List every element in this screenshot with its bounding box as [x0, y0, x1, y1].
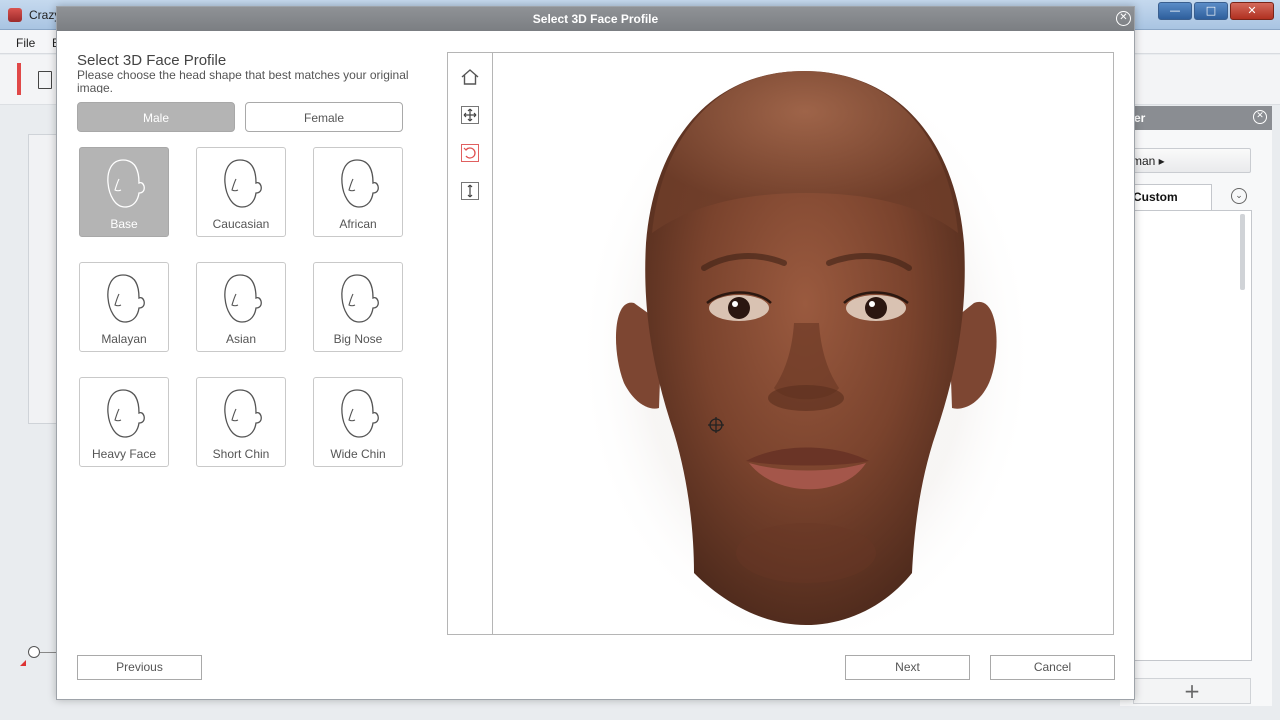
profile-tile-label: Wide Chin [330, 447, 386, 461]
head-profile-icon [222, 272, 264, 326]
profile-tile-big-nose[interactable]: Big Nose [313, 262, 403, 352]
cancel-button[interactable]: Cancel [990, 655, 1115, 680]
profile-tile-short-chin[interactable]: Short Chin [196, 377, 286, 467]
toolbar-accent-bar [17, 63, 21, 95]
profile-tile-label: Short Chin [212, 447, 270, 461]
profile-tile-caucasian[interactable]: Caucasian [196, 147, 286, 237]
slider-knob[interactable] [28, 646, 40, 658]
right-panel-list[interactable] [1128, 210, 1252, 661]
rotate-icon[interactable] [460, 143, 480, 163]
face-preview-viewport [447, 52, 1114, 635]
marker-icon [20, 660, 26, 666]
instruction-text: Please choose the head shape that best m… [77, 69, 409, 93]
select-face-profile-dialog: Select 3D Face Profile ✕ Select 3D Face … [56, 6, 1135, 700]
viewport-toolbar [448, 53, 493, 634]
left-tool-panel [28, 134, 58, 424]
profile-tile-label: African [339, 217, 377, 231]
head-profile-icon [339, 387, 381, 441]
face-3d-model[interactable] [494, 53, 1113, 634]
head-profile-icon [222, 157, 264, 211]
zoom-icon[interactable] [460, 181, 480, 201]
profile-tile-base[interactable]: Base [79, 147, 169, 237]
profile-tile-label: Base [110, 217, 138, 231]
right-panel-title: er [1134, 111, 1146, 125]
female-toggle-button[interactable]: Female [245, 102, 403, 132]
head-profile-icon [339, 157, 381, 211]
profile-tile-asian[interactable]: Asian [196, 262, 286, 352]
window-controls: — □ ✕ [1158, 2, 1274, 20]
dialog-title: Select 3D Face Profile [532, 12, 659, 26]
head-profile-icon [222, 387, 264, 441]
home-icon[interactable] [460, 67, 480, 87]
head-profile-icon [105, 272, 147, 326]
window-close-button[interactable]: ✕ [1230, 2, 1274, 20]
profile-tile-label: Malayan [101, 332, 147, 346]
profile-tile-label: Asian [225, 332, 257, 346]
head-profile-icon [105, 387, 147, 441]
right-panel-close-icon[interactable]: ✕ [1253, 110, 1267, 124]
next-button[interactable]: Next [845, 655, 970, 680]
menu-file[interactable]: File [16, 36, 35, 50]
right-panel-dropdown-label: man ▸ [1132, 154, 1165, 168]
male-toggle-button[interactable]: Male [77, 102, 235, 132]
maximize-button[interactable]: □ [1194, 2, 1228, 20]
profile-tile-label: Heavy Face [91, 447, 157, 461]
profile-tile-african[interactable]: African [313, 147, 403, 237]
face-3d-canvas[interactable] [494, 53, 1113, 634]
profile-tile-malayan[interactable]: Malayan [79, 262, 169, 352]
profile-tile-heavy-face[interactable]: Heavy Face [79, 377, 169, 467]
profile-tile-label: Caucasian [212, 217, 270, 231]
minimize-button[interactable]: — [1158, 2, 1192, 20]
right-panel-scrollbar[interactable] [1240, 214, 1245, 290]
add-button[interactable]: + [1133, 678, 1251, 704]
head-profile-icon [339, 272, 381, 326]
dialog-close-icon[interactable]: ✕ [1116, 11, 1131, 26]
pan-icon[interactable] [460, 105, 480, 125]
profile-tile-wide-chin[interactable]: Wide Chin [313, 377, 403, 467]
chevron-down-icon[interactable]: ⌄ [1231, 188, 1247, 204]
head-profile-icon [105, 157, 147, 211]
page-title: Select 3D Face Profile [77, 52, 227, 69]
tab-custom-label: Custom [1133, 190, 1178, 204]
profile-tile-label: Big Nose [333, 332, 383, 346]
dialog-titlebar: Select 3D Face Profile ✕ [57, 7, 1134, 31]
new-document-icon[interactable] [38, 71, 52, 89]
previous-button[interactable]: Previous [77, 655, 202, 680]
app-logo-icon [8, 8, 22, 22]
